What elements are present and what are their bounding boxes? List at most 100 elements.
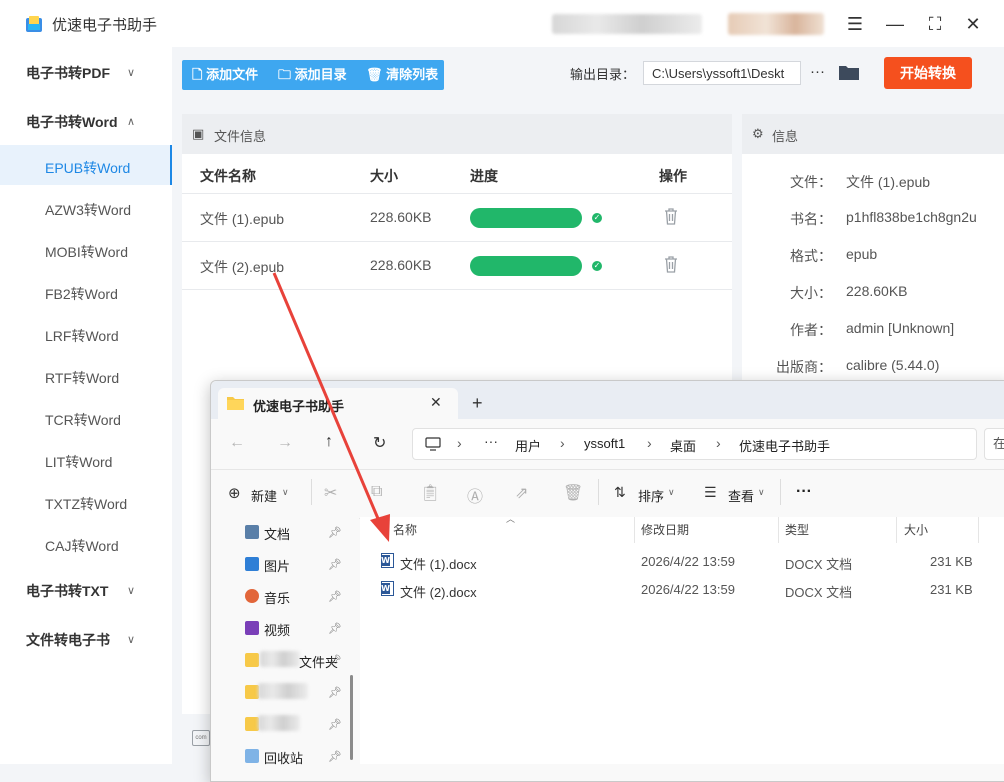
sidebar-item-mobi-word[interactable]: MOBI转Word: [45, 242, 128, 262]
more-options-button[interactable]: ···: [810, 63, 825, 80]
column-header-type[interactable]: 类型: [785, 521, 809, 538]
breadcrumb-item[interactable]: 用户: [515, 436, 541, 455]
divider: [634, 517, 635, 543]
file-name[interactable]: 文件 (2).epub: [200, 257, 284, 277]
monitor-icon: [425, 437, 441, 451]
image-icon: ▣: [192, 126, 205, 141]
progress-bar: [470, 208, 582, 228]
view-button[interactable]: 查看: [728, 486, 754, 505]
sidebar-item-epub-word[interactable]: EPUB转Word: [45, 158, 130, 178]
close-icon[interactable]: ✕: [958, 10, 988, 38]
pin-icon[interactable]: 📌︎: [328, 686, 342, 699]
file-panel-title: 文件信息: [214, 129, 267, 144]
new-button[interactable]: 新建: [251, 486, 277, 505]
breadcrumb-item[interactable]: 桌面: [670, 436, 696, 455]
divider: [896, 517, 897, 543]
chevron-down-icon[interactable]: ∨: [127, 633, 135, 646]
toolbar-button-group: 🗋 添加文件 🗀 添加目录 🗑 清除列表: [182, 60, 444, 90]
folder-icon: [245, 685, 259, 699]
nav-item-videos[interactable]: 视频: [264, 620, 290, 639]
column-header-modified[interactable]: 修改日期: [641, 521, 689, 538]
more-path-icon[interactable]: ···: [484, 433, 498, 449]
sidebar-group-to-ebook[interactable]: 文件转电子书: [26, 630, 110, 650]
check-icon: ✓: [592, 261, 602, 271]
maximize-icon[interactable]: ⛶: [920, 10, 950, 38]
menu-icon[interactable]: ☰: [840, 10, 870, 38]
status-icon: com: [192, 730, 210, 746]
info-label: 出版商：: [776, 359, 832, 375]
explorer-tab[interactable]: 优速电子书助手 ✕: [218, 388, 458, 420]
share-icon[interactable]: ⇗: [515, 483, 528, 503]
start-convert-button[interactable]: 开始转换: [884, 57, 972, 89]
pin-icon[interactable]: 📌︎: [328, 526, 342, 539]
paste-icon[interactable]: 📋︎: [420, 483, 440, 503]
nav-item-recycle-bin[interactable]: 回收站: [264, 748, 303, 767]
nav-item-documents[interactable]: 文档: [264, 524, 290, 543]
info-panel-header: ⚙ 信息: [742, 114, 1004, 154]
pin-icon[interactable]: 📌︎: [328, 654, 342, 667]
close-tab-icon[interactable]: ✕: [430, 394, 442, 411]
info-label: 作者：: [790, 322, 832, 338]
column-header-size: 大小: [370, 168, 398, 184]
breadcrumb-item[interactable]: yssoft1: [584, 436, 625, 451]
browse-folder-icon[interactable]: [838, 63, 860, 81]
breadcrumb-item[interactable]: 优速电子书助手: [739, 436, 830, 455]
sidebar-group-pdf[interactable]: 电子书转PDF: [26, 63, 110, 83]
chevron-down-icon[interactable]: ∨: [127, 66, 135, 79]
sidebar-item-caj-word[interactable]: CAJ转Word: [45, 536, 119, 556]
chevron-down-icon[interactable]: ∨: [127, 584, 135, 597]
output-dir-input[interactable]: C:\Users\yssoft1\Deskt: [643, 61, 801, 85]
add-file-button[interactable]: 🗋 添加文件: [192, 60, 258, 90]
blurred-folder-name: [258, 715, 300, 731]
address-bar[interactable]: › ··· 用户 › yssoft1 › 桌面 › 优速电子书助手: [412, 428, 977, 460]
delete-icon[interactable]: [663, 207, 679, 225]
back-icon[interactable]: ←: [229, 434, 245, 452]
column-header-size[interactable]: 大小: [904, 521, 928, 538]
sidebar-item-lit-word[interactable]: LIT转Word: [45, 452, 112, 472]
file-modified: 2026/4/22 13:59: [641, 582, 735, 597]
copy-icon[interactable]: ⧉: [371, 483, 382, 501]
recycle-bin-icon: [245, 749, 259, 763]
file-name[interactable]: 文件 (1).docx: [400, 554, 477, 573]
column-header-progress: 进度: [470, 168, 498, 184]
forward-icon[interactable]: →: [277, 434, 293, 452]
sidebar-group-txt[interactable]: 电子书转TXT: [26, 581, 108, 601]
sidebar-item-rtf-word[interactable]: RTF转Word: [45, 368, 119, 388]
cut-icon[interactable]: ✂: [324, 483, 337, 503]
file-name[interactable]: 文件 (1).epub: [200, 209, 284, 229]
delete-icon[interactable]: [663, 255, 679, 273]
pin-icon[interactable]: 📌︎: [328, 718, 342, 731]
search-box[interactable]: 在: [984, 428, 1004, 460]
divider: [780, 479, 781, 505]
sidebar-group-word[interactable]: 电子书转Word: [26, 112, 118, 132]
column-header-name[interactable]: 名称: [393, 521, 417, 538]
sidebar-item-lrf-word[interactable]: LRF转Word: [45, 326, 119, 346]
sidebar-item-fb2-word[interactable]: FB2转Word: [45, 284, 118, 304]
chevron-down-icon: ∨: [758, 487, 765, 497]
pin-icon[interactable]: 📌︎: [328, 558, 342, 571]
chevron-up-icon[interactable]: ∧: [127, 115, 135, 128]
pin-icon[interactable]: 📌︎: [328, 590, 342, 603]
sidebar-item-tcr-word[interactable]: TCR转Word: [45, 410, 121, 430]
clear-list-button[interactable]: 🗑 清除列表: [366, 60, 438, 90]
delete-icon[interactable]: 🗑︎: [563, 483, 583, 503]
nav-item-music[interactable]: 音乐: [264, 588, 290, 607]
pin-icon[interactable]: 📌︎: [328, 622, 342, 635]
divider: [598, 479, 599, 505]
nav-item-pictures[interactable]: 图片: [264, 556, 290, 575]
refresh-icon[interactable]: ↻: [373, 433, 386, 453]
add-directory-button[interactable]: 🗀 添加目录: [278, 60, 347, 90]
new-tab-icon[interactable]: +: [472, 393, 483, 414]
rename-icon[interactable]: Ⓐ: [467, 483, 483, 507]
more-button[interactable]: ···: [796, 483, 812, 501]
sidebar-item-txtz-word[interactable]: TXTZ转Word: [45, 494, 127, 514]
pin-icon[interactable]: 📌︎: [328, 750, 342, 763]
file-modified: 2026/4/22 13:59: [641, 554, 735, 569]
check-icon: ✓: [592, 213, 602, 223]
sort-button[interactable]: 排序: [638, 486, 664, 505]
file-name[interactable]: 文件 (2).docx: [400, 582, 477, 601]
minimize-icon[interactable]: —: [880, 10, 910, 38]
nav-scrollbar[interactable]: [350, 675, 353, 760]
up-icon[interactable]: ↑: [325, 433, 333, 451]
sidebar-item-azw3-word[interactable]: AZW3转Word: [45, 200, 131, 220]
